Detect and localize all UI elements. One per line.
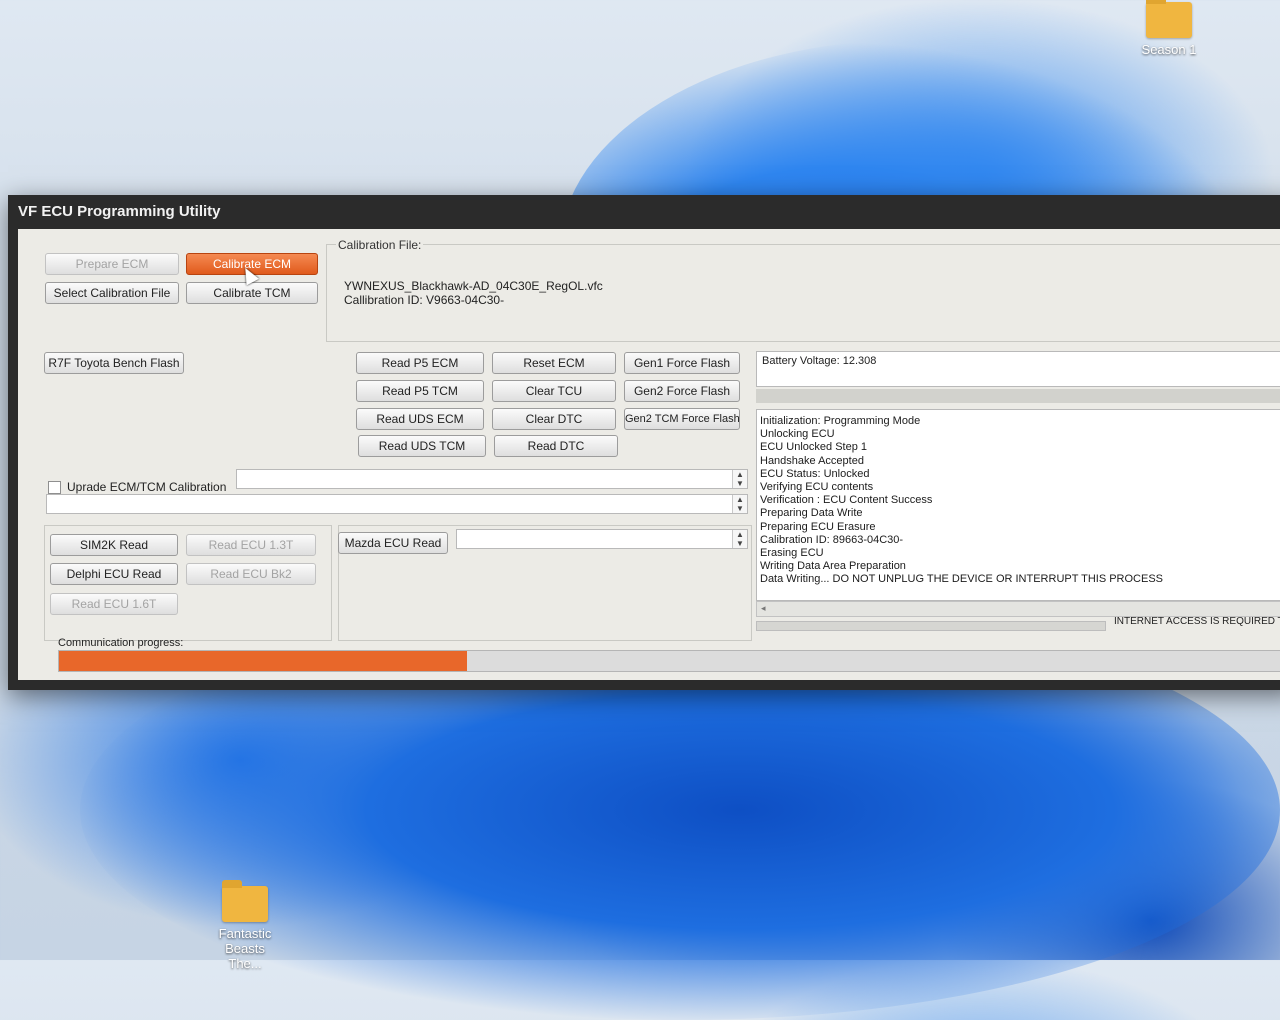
window-title: VF ECU Programming Utility [18,203,221,220]
communication-progress-bar [58,650,1280,672]
read-ecu-bk2-button[interactable]: Read ECU Bk2 [186,563,316,585]
gen2-tcm-force-flash-button[interactable]: Gen2 TCM Force Flash [624,408,740,430]
progress-fill [59,651,467,671]
log-line: Initialization: Programming Mode [760,415,921,427]
log-line: Preparing ECU Erasure [760,520,876,533]
updown-arrow-icon[interactable]: ▲ ▼ [732,470,747,488]
read-dtc-button[interactable]: Read DTC [494,435,618,457]
log-line: Data Writing... DO NOT UNPLUG THE DEVICE… [760,573,1164,586]
calibrate-tcm-button[interactable]: Calibrate TCM [186,282,318,304]
folder-icon [1146,0,1192,38]
status-bar-track [756,621,1106,631]
secondary-select[interactable]: ▲ ▼ [46,494,748,514]
upgrade-calibration-label: Uprade ECM/TCM Calibration [67,480,227,494]
log-line: Erasing ECU [760,547,824,560]
select-calibration-file-button[interactable]: Select Calibration File [45,282,179,304]
log-horizontal-scrollbar[interactable]: ◂ [756,601,1280,617]
mazda-ecu-select[interactable]: ▲ ▼ [456,529,748,549]
upgrade-calibration-select[interactable]: ▲ ▼ [236,469,748,489]
prepare-ecm-button[interactable]: Prepare ECM [45,253,179,275]
battery-voltage-box: Battery Voltage: 12.308 [756,351,1280,387]
log-line: ECU Unlocked Step 1 [760,441,867,454]
calibration-file-label: Calibration File: [336,238,424,252]
calibration-id: Callibration ID: V9663-04C30- [344,293,505,307]
log-line: Writing Data Area Preparation [760,560,906,573]
battery-voltage-text: Battery Voltage: 12.308 [762,355,877,367]
log-line: Preparing Data Write [760,507,863,520]
desktop-icon-season-1[interactable]: Season 1 [1124,0,1214,57]
log-line: ECU Status: Unlocked [760,467,870,480]
desktop-icon-fantastic-beasts[interactable]: Fantastic Beasts The... [200,880,290,971]
reset-ecm-button[interactable]: Reset ECM [492,352,616,374]
updown-arrow-icon[interactable]: ▲ ▼ [732,495,747,513]
updown-arrow-icon[interactable]: ▲ ▼ [732,530,747,548]
app-window: VF ECU Programming Utility Prepare ECM C… [8,195,1280,690]
toyota-bench-flash-button[interactable]: R7F Toyota Bench Flash [44,352,184,374]
status-log: Initialization: Programming Mode Unlocki… [756,409,1280,601]
log-line: Handshake Accepted [760,454,864,467]
communication-progress-label: Communication progress: [58,637,184,649]
sim2k-read-button[interactable]: SIM2K Read [50,534,178,556]
clear-tcu-button[interactable]: Clear TCU [492,380,616,402]
read-ecu-16t-button[interactable]: Read ECU 1.6T [50,593,178,615]
read-ecu-13t-button[interactable]: Read ECU 1.3T [186,534,316,556]
delphi-ecu-read-button[interactable]: Delphi ECU Read [50,563,178,585]
scroll-left-icon[interactable]: ◂ [761,603,766,614]
gen2-force-flash-button[interactable]: Gen2 Force Flash [624,380,740,402]
read-uds-tcm-button[interactable]: Read UDS TCM [358,435,486,457]
log-line: Verification : ECU Content Success [760,494,933,507]
desktop-icon-label: Fantastic Beasts The... [218,926,272,971]
read-p5-ecm-button[interactable]: Read P5 ECM [356,352,484,374]
folder-icon [222,880,268,922]
read-p5-tcm-button[interactable]: Read P5 TCM [356,380,484,402]
read-uds-ecm-button[interactable]: Read UDS ECM [356,408,484,430]
upgrade-calibration-checkbox[interactable] [48,481,61,494]
calibration-filename: YWNEXUS_Blackhawk-AD_04C30E_RegOL.vfc [344,279,603,293]
log-line: Calibration ID: 89663-04C30- [760,533,904,546]
log-line: Unlocking ECU [760,428,835,441]
battery-scroll-area [756,389,1280,403]
clear-dtc-button[interactable]: Clear DTC [492,408,616,430]
desktop-icon-label: Season 1 [1141,42,1197,57]
log-line: Verifying ECU contents [760,481,874,494]
mazda-ecu-read-button[interactable]: Mazda ECU Read [338,532,448,554]
window-client: Prepare ECM Calibrate ECM Select Calibra… [18,229,1280,680]
internet-access-notice: INTERNET ACCESS IS REQUIRED TO [1114,616,1280,627]
gen1-force-flash-button[interactable]: Gen1 Force Flash [624,352,740,374]
